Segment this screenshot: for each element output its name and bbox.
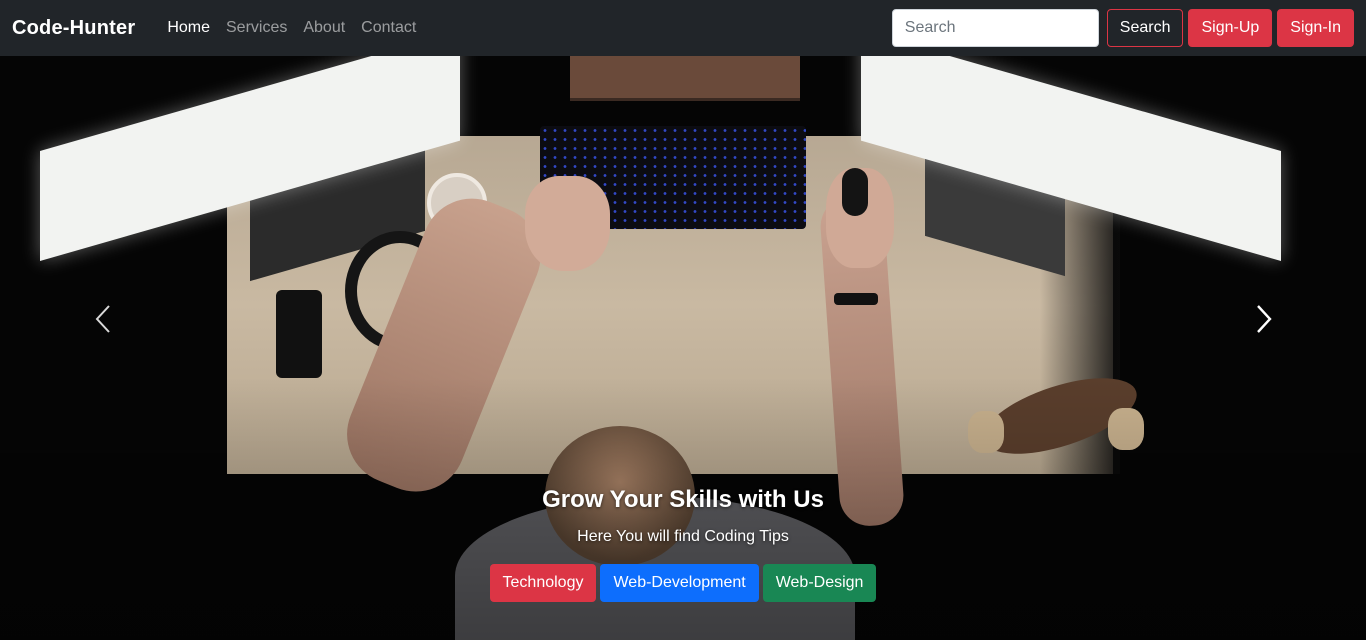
carousel-next-button[interactable]	[1249, 304, 1279, 334]
search-button[interactable]: Search	[1106, 9, 1184, 47]
sign-up-button[interactable]: Sign-Up	[1188, 9, 1273, 47]
caption-title: Grow Your Skills with Us	[542, 486, 824, 513]
nav-link-services[interactable]: Services	[218, 19, 295, 37]
nav-link-home[interactable]: Home	[159, 19, 218, 37]
technology-button[interactable]: Technology	[489, 564, 597, 602]
carousel-caption: Grow Your Skills with Us Here You will f…	[0, 486, 1366, 602]
web-development-button[interactable]: Web-Development	[600, 564, 759, 602]
web-design-button[interactable]: Web-Design	[762, 564, 877, 602]
brand-logo[interactable]: Code-Hunter	[12, 17, 135, 40]
chevron-left-icon	[95, 305, 110, 333]
nav-links: Home Services About Contact	[159, 19, 424, 37]
caption-buttons: Technology Web-Development Web-Design	[0, 564, 1366, 602]
search-input[interactable]	[891, 9, 1099, 47]
sign-in-button[interactable]: Sign-In	[1277, 9, 1354, 47]
nav-link-about[interactable]: About	[295, 19, 353, 37]
caption-subtitle: Here You will find Coding Tips	[577, 528, 789, 545]
nav-actions: Search Sign-Up Sign-In	[891, 9, 1354, 47]
navbar: Code-Hunter Home Services About Contact …	[0, 0, 1366, 56]
carousel-prev-button[interactable]	[88, 304, 118, 334]
chevron-right-icon	[1257, 305, 1272, 333]
nav-link-contact[interactable]: Contact	[353, 19, 424, 37]
hero-carousel: Grow Your Skills with Us Here You will f…	[0, 56, 1366, 640]
